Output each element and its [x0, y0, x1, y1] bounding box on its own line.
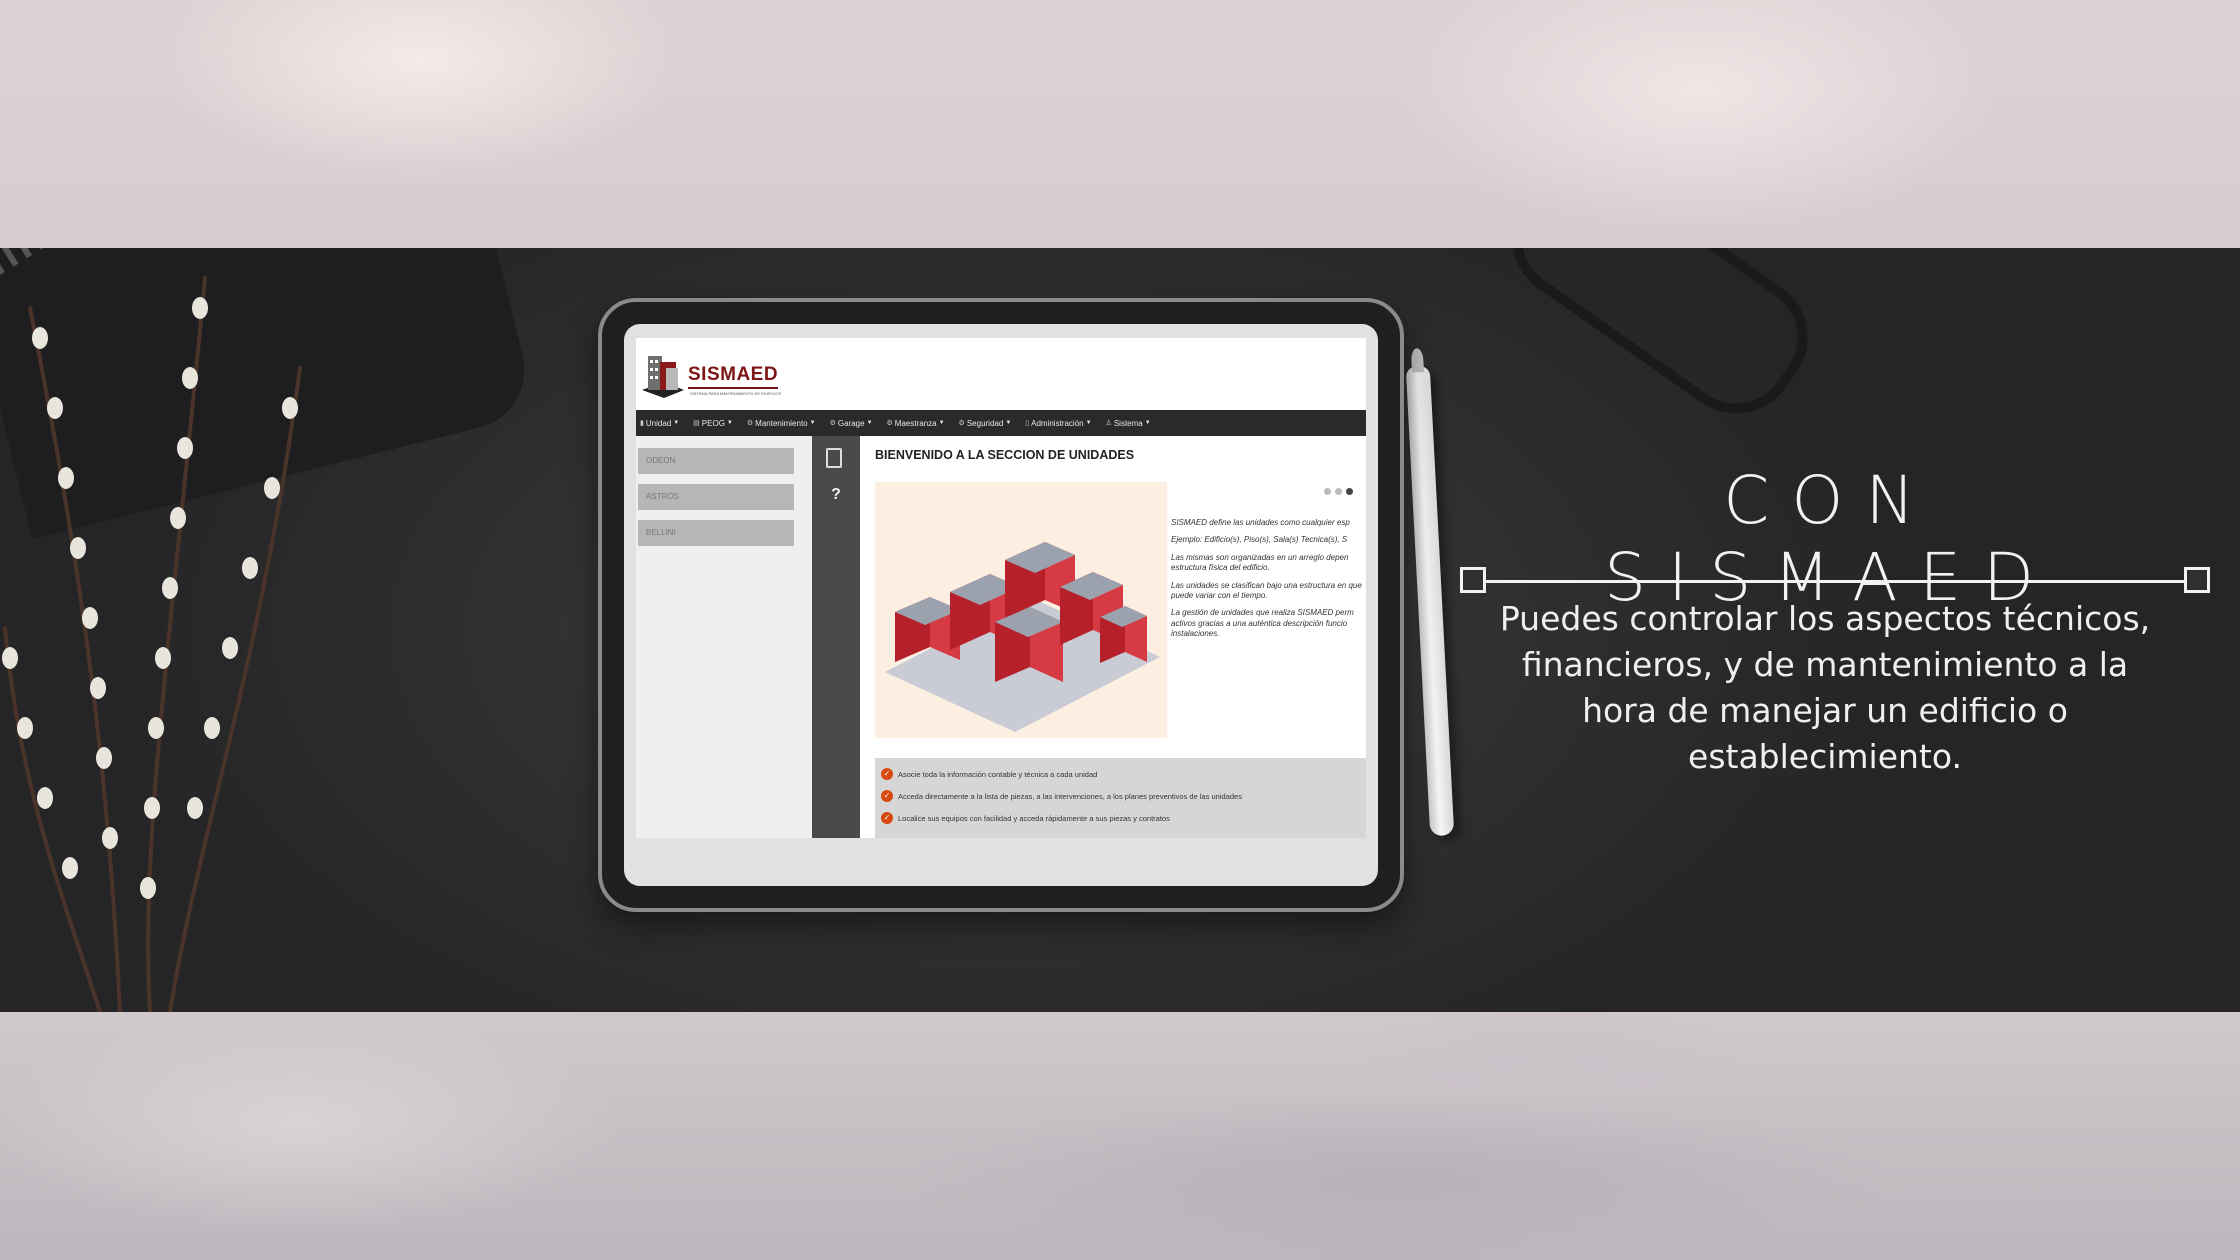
unit-list-panel: ODEON ASTROS BELLINI — [636, 436, 813, 838]
blurred-background-bottom — [0, 1012, 2240, 1260]
gears-icon: ⚙ — [958, 420, 965, 427]
tablet-screen: SISMAED SISTEMA PARA MANTENIMIENTO DE ED… — [624, 324, 1378, 886]
building-icon: ▮ — [640, 420, 644, 427]
gears-icon: ⚙ — [886, 420, 893, 427]
menu-label: Unidad — [645, 418, 672, 428]
promo-subtext: Puedes controlar los aspectos técnicos, … — [1499, 599, 2151, 776]
feature-text: Asocie toda la información contable y té… — [898, 769, 1098, 779]
gears-icon: ⚙ — [746, 420, 754, 427]
carousel-dot-active[interactable] — [1346, 488, 1353, 495]
description-text: SISMAED define las unidades como cualqui… — [1171, 518, 1366, 647]
brand-name: SISMAED — [688, 364, 779, 385]
caret-down-icon: ▼ — [1144, 420, 1151, 426]
menu-label: Garage — [837, 418, 865, 428]
caret-down-icon: ▼ — [673, 420, 680, 426]
caret-down-icon: ▼ — [726, 420, 733, 426]
unit-item-astros[interactable]: ASTROS — [638, 484, 794, 510]
menu-seguridad[interactable]: ⚙ Seguridad ▼ — [959, 419, 1012, 428]
tool-icon-bar: ? — [812, 436, 860, 838]
menu-garage[interactable]: ⚙ Garage ▼ — [830, 419, 873, 428]
unit-item-bellini[interactable]: BELLINI — [638, 520, 794, 546]
feature-text: Acceda directamente a la lista de piezas… — [898, 791, 1242, 801]
app-header: SISMAED SISTEMA PARA MANTENIMIENTO DE ED… — [636, 338, 1366, 410]
menu-peog[interactable]: ▤ PEOG ▼ — [693, 419, 733, 428]
menu-label: Maestranza — [894, 418, 937, 428]
caret-down-icon: ▼ — [866, 420, 873, 426]
help-icon[interactable]: ? — [826, 486, 846, 504]
gears-icon: ⚙ — [829, 420, 836, 427]
description-paragraph: Ejemplo: Edificio(s), Piso(s), Sala(s) T… — [1171, 535, 1348, 545]
menu-label: Mantenimiento — [755, 418, 808, 428]
description-paragraph: Las unidades se clasifican bajo una estr… — [1171, 580, 1362, 600]
sismaed-app: SISMAED SISTEMA PARA MANTENIMIENTO DE ED… — [636, 338, 1366, 838]
glasses-decoration — [1488, 248, 1832, 438]
feature-item: ✓ Acceda directamente a la lista de pieza… — [881, 790, 1242, 802]
menu-unidad[interactable]: ▮ Unidad ▼ — [640, 419, 679, 428]
menu-maestranza[interactable]: ⚙ Maestranza ▼ — [887, 419, 945, 428]
brand-underline — [688, 387, 778, 389]
check-icon: ✓ — [881, 768, 893, 780]
menu-sistema[interactable]: ♙ Sistema ▼ — [1106, 419, 1151, 428]
headline-divider — [1460, 567, 2212, 597]
menu-mantenimiento[interactable]: ⚙ Mantenimiento ▼ — [747, 419, 816, 428]
menu-administracion[interactable]: ▯ Administración ▼ — [1025, 419, 1091, 428]
page-title: BIENVENIDO A LA SECCION DE UNIDADES — [875, 448, 1135, 462]
description-paragraph: SISMAED define las unidades como cualqui… — [1171, 518, 1350, 527]
description-paragraph: Las mismas son organizadas en un arreglo… — [1171, 552, 1349, 573]
menu-label: Seguridad — [966, 418, 1004, 428]
pussy-willow-decoration — [2, 276, 302, 1012]
feature-item: ✓ Asocie toda la información contable y t… — [881, 768, 1097, 780]
book-icon: ▯ — [1025, 420, 1030, 427]
check-icon: ✓ — [881, 812, 893, 824]
document-icon[interactable] — [826, 448, 842, 468]
table-icon: ▤ — [693, 420, 700, 427]
carousel-dot[interactable] — [1335, 488, 1342, 495]
feature-item: ✓ Localice sus equipos con facilidad y ac… — [881, 812, 1170, 824]
sitemap-icon: ♙ — [1105, 420, 1112, 427]
main-menu-bar: ▮ Unidad ▼ ▤ PEOG ▼ ⚙ Mantenimiento ▼ ⚙ Garage ▼… — [636, 410, 1366, 436]
feature-list: ✓ Asocie toda la información contable y t… — [875, 758, 1366, 838]
caret-down-icon: ▼ — [1005, 420, 1012, 426]
caret-down-icon: ▼ — [938, 420, 945, 426]
blurred-background-top — [0, 0, 2240, 248]
carousel-indicators — [1324, 488, 1353, 495]
menu-label: Administración — [1031, 418, 1084, 428]
check-icon: ✓ — [881, 790, 893, 802]
stylus-pen-decoration — [1405, 365, 1455, 837]
description-paragraph: La gestión de unidades que realiza SISMA… — [1171, 608, 1354, 639]
carousel-dot[interactable] — [1324, 488, 1331, 495]
building-logo-icon — [642, 356, 684, 398]
buildings-illustration — [875, 482, 1167, 738]
unit-item-odeon[interactable]: ODEON — [638, 448, 794, 474]
brand-subtitle: SISTEMA PARA MANTENIMIENTO DE EDIFICIOS — [690, 391, 782, 396]
caret-down-icon: ▼ — [809, 420, 816, 426]
caret-down-icon: ▼ — [1085, 420, 1092, 426]
feature-text: Localice sus equipos con facilidad y acc… — [898, 813, 1170, 823]
tablet-device: SISMAED SISTEMA PARA MANTENIMIENTO DE ED… — [598, 298, 1404, 912]
menu-label: PEOG — [701, 418, 725, 428]
main-content: BIENVENIDO A LA SECCION DE UNIDADES SISM… — [860, 436, 1366, 838]
menu-label: Sistema — [1113, 418, 1143, 428]
